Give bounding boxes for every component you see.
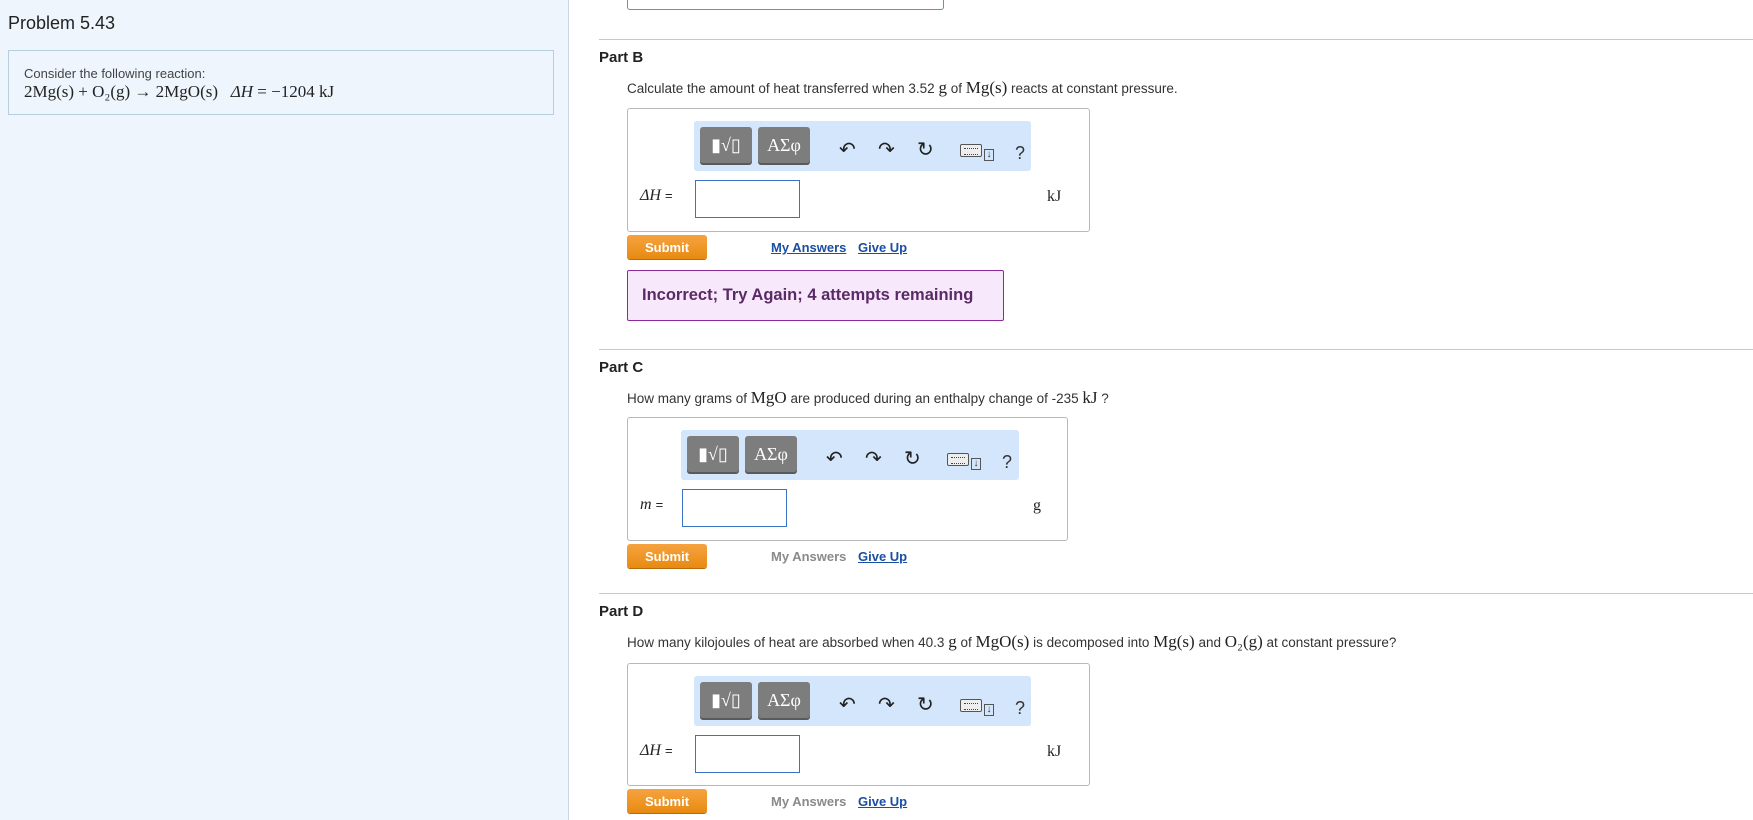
part-d-question-species-3: O₂(g)	[1224, 632, 1263, 651]
undo-icon[interactable]: ↶	[839, 692, 856, 717]
part-d-unit: kJ	[1047, 743, 1062, 760]
symbols-button[interactable]: ΑΣφ	[758, 682, 810, 718]
part-c-submit-button[interactable]: Submit	[627, 544, 707, 568]
undo-icon[interactable]: ↶	[826, 446, 843, 471]
reset-icon[interactable]: ↻	[917, 692, 934, 717]
redo-icon[interactable]: ↷	[878, 137, 895, 162]
part-b-question-unit: g	[938, 78, 947, 97]
part-b-var: ΔH	[640, 187, 661, 204]
part-c-my-answers-link: My Answers	[771, 549, 847, 564]
part-b-title: Part B	[599, 49, 644, 66]
part-b-submit-button[interactable]: Submit	[627, 235, 707, 259]
part-b-answer-input[interactable]	[695, 180, 800, 218]
problem-title: Problem 5.43	[8, 13, 116, 33]
part-d-question-text: How many kilojoules of heat are absorbed…	[627, 635, 949, 650]
part-d-eq: =	[664, 743, 673, 758]
help-icon[interactable]: ?	[1015, 143, 1025, 164]
part-b-unit: kJ	[1047, 188, 1062, 205]
part-c-divider	[599, 349, 1753, 350]
part-b-toolbar: ▮√▯ ΑΣφ ↶ ↷ ↻ ↓ ?	[694, 121, 1031, 171]
reaction-dh-value: = −1204 kJ	[257, 82, 335, 101]
part-d-question-species-2: Mg(s)	[1153, 632, 1195, 651]
part-d-divider	[599, 593, 1753, 594]
part-d-answer-input[interactable]	[695, 735, 800, 773]
part-c-answer-box: ▮√▯ ΑΣφ ↶ ↷ ↻ ↓ ? m = g	[627, 417, 1068, 541]
help-icon[interactable]: ?	[1002, 452, 1012, 473]
part-d-toolbar: ▮√▯ ΑΣφ ↶ ↷ ↻ ↓ ?	[694, 676, 1031, 726]
keyboard-toggle-icon[interactable]: ↓	[971, 458, 981, 470]
part-b-question-text-3: reacts at constant pressure.	[1007, 81, 1178, 96]
part-b-answer-box: ▮√▯ ΑΣφ ↶ ↷ ↻ ↓ ? ΔH = kJ	[627, 108, 1090, 232]
problem-panel: Problem 5.43 Consider the following reac…	[0, 0, 569, 820]
part-c-unit: g	[1033, 497, 1041, 514]
part-c-question-text-2: are produced during an enthalpy change o…	[786, 391, 1083, 406]
reset-icon[interactable]: ↻	[904, 446, 921, 471]
part-d-answer-box: ▮√▯ ΑΣφ ↶ ↷ ↻ ↓ ? ΔH = kJ	[627, 663, 1090, 786]
part-d-variable-label: ΔH =	[640, 742, 673, 760]
part-d-question-text-2: of	[956, 635, 976, 650]
reaction-box: Consider the following reaction: 2Mg(s) …	[8, 50, 554, 115]
keyboard-icon[interactable]	[947, 453, 969, 466]
part-c-question-text-3: ?	[1097, 391, 1109, 406]
part-c-question: How many grams of MgO are produced durin…	[627, 388, 1109, 408]
part-d-title: Part D	[599, 603, 644, 620]
reset-icon[interactable]: ↻	[917, 137, 934, 162]
reaction-rhs: 2MgO(s)	[155, 82, 219, 101]
part-b-variable-label: ΔH =	[640, 187, 673, 205]
part-b-eq: =	[664, 188, 673, 203]
keyboard-icon[interactable]	[960, 699, 982, 712]
part-d-submit-button[interactable]: Submit	[627, 789, 707, 813]
redo-icon[interactable]: ↷	[865, 446, 882, 471]
part-d-question-unit: g	[948, 632, 957, 651]
reaction-equation: 2Mg(s) + O₂(g) → 2MgO(s) ΔH = −1204 kJ	[24, 82, 334, 102]
part-b-feedback: Incorrect; Try Again; 4 attempts remaini…	[627, 270, 1004, 321]
symbols-button[interactable]: ΑΣφ	[745, 436, 797, 472]
part-c-eq: =	[655, 497, 664, 512]
part-d-my-answers-link: My Answers	[771, 794, 847, 809]
part-c-question-unit: kJ	[1082, 388, 1098, 407]
part-b-divider	[599, 39, 1753, 40]
part-d-question: How many kilojoules of heat are absorbed…	[627, 632, 1396, 652]
help-icon[interactable]: ?	[1015, 698, 1025, 719]
part-d-question-text-5: at constant pressure?	[1262, 635, 1397, 650]
part-b-question-text-2: of	[946, 81, 966, 96]
part-b-question-species: Mg(s)	[965, 78, 1008, 97]
templates-button[interactable]: ▮√▯	[700, 127, 752, 163]
part-c-answer-input[interactable]	[682, 489, 787, 527]
part-b-question: Calculate the amount of heat transferred…	[627, 78, 1178, 98]
templates-button[interactable]: ▮√▯	[687, 436, 739, 472]
part-a-feedback-box	[627, 0, 944, 10]
part-c-question-text: How many grams of	[627, 391, 751, 406]
part-d-var: ΔH	[640, 742, 661, 759]
undo-icon[interactable]: ↶	[839, 137, 856, 162]
part-c-toolbar: ▮√▯ ΑΣφ ↶ ↷ ↻ ↓ ?	[681, 430, 1019, 480]
part-d-question-text-4: and	[1194, 635, 1225, 650]
part-b-my-answers-link[interactable]: My Answers	[771, 240, 846, 255]
reaction-intro: Consider the following reaction:	[24, 66, 206, 81]
part-b-question-text: Calculate the amount of heat transferred…	[627, 81, 939, 96]
part-d-give-up-link[interactable]: Give Up	[858, 794, 907, 809]
reaction-dh-label: ΔH	[230, 82, 254, 101]
part-c-give-up-link[interactable]: Give Up	[858, 549, 907, 564]
symbols-button[interactable]: ΑΣφ	[758, 127, 810, 163]
reaction-lhs: 2Mg(s) + O₂(g)	[24, 82, 131, 101]
keyboard-toggle-icon[interactable]: ↓	[984, 704, 994, 716]
part-c-var: m	[640, 496, 652, 513]
part-d-question-species: MgO(s)	[975, 632, 1030, 651]
reaction-arrow: →	[134, 82, 152, 101]
keyboard-icon[interactable]	[960, 144, 982, 157]
part-c-variable-label: m =	[640, 496, 663, 514]
keyboard-toggle-icon[interactable]: ↓	[984, 149, 994, 161]
part-c-question-species: MgO	[750, 388, 787, 407]
redo-icon[interactable]: ↷	[878, 692, 895, 717]
part-b-give-up-link[interactable]: Give Up	[858, 240, 907, 255]
part-d-question-text-3: is decomposed into	[1029, 635, 1154, 650]
part-c-title: Part C	[599, 359, 644, 376]
templates-button[interactable]: ▮√▯	[700, 682, 752, 718]
